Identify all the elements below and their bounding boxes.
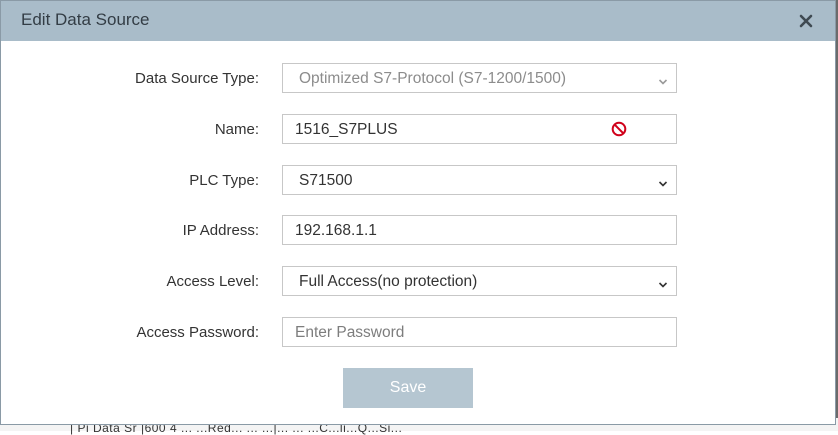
row-access-password: Access Password: Enter Password <box>1 317 835 347</box>
name-label: Name: <box>214 121 259 138</box>
chevron-down-icon <box>658 176 668 187</box>
data-source-type-value: Optimized S7-Protocol (S7-1200/1500) <box>299 70 567 87</box>
row-access-level: Access Level: Full Access(no protection) <box>1 266 835 296</box>
ip-address-label: IP Address: <box>182 222 259 239</box>
dialog-header: Edit Data Source <box>1 1 835 41</box>
plc-type-value: S71500 <box>299 172 353 189</box>
ip-address-value: 192.168.1.1 <box>295 222 377 239</box>
access-level-select[interactable]: Full Access(no protection) <box>282 266 677 296</box>
name-value: 1516_S7PLUS <box>295 121 398 138</box>
chevron-down-icon <box>658 74 668 85</box>
data-source-type-label: Data Source Type: <box>135 70 259 87</box>
access-password-placeholder: Enter Password <box>295 324 405 341</box>
data-source-type-select[interactable]: Optimized S7-Protocol (S7-1200/1500) <box>282 63 677 93</box>
ip-address-input[interactable]: 192.168.1.1 <box>282 215 677 245</box>
access-password-label: Access Password: <box>136 324 259 341</box>
access-level-value: Full Access(no protection) <box>299 273 478 290</box>
save-button[interactable]: Save <box>343 368 473 408</box>
row-name: Name: 1516_S7PLUS <box>1 114 835 144</box>
row-ip-address: IP Address: 192.168.1.1 <box>1 215 835 245</box>
edit-data-source-dialog: Edit Data Source Data Source Type: Optim… <box>0 0 836 425</box>
dialog-title: Edit Data Source <box>21 10 150 29</box>
plc-type-select[interactable]: S71500 <box>282 165 677 195</box>
plc-type-label: PLC Type: <box>189 172 259 189</box>
row-data-source-type: Data Source Type: Optimized S7-Protocol … <box>1 63 835 93</box>
name-input[interactable]: 1516_S7PLUS <box>282 114 677 144</box>
no-entry-icon <box>611 121 627 137</box>
close-icon[interactable] <box>797 12 815 30</box>
access-password-input[interactable]: Enter Password <box>282 317 677 347</box>
row-plc-type: PLC Type: S71500 <box>1 165 835 195</box>
access-level-label: Access Level: <box>166 273 259 290</box>
chevron-down-icon <box>658 277 668 288</box>
